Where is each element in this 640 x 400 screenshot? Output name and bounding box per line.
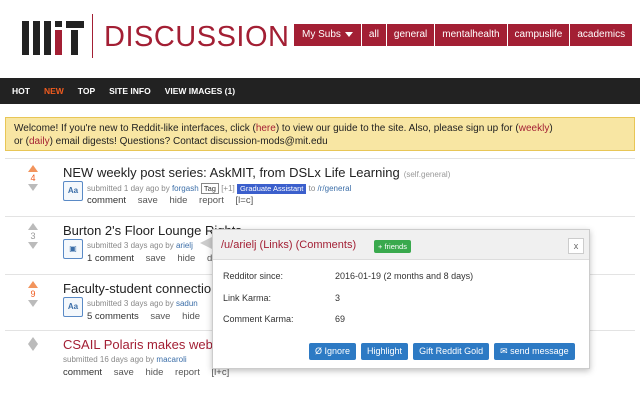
author-link[interactable]: sadun bbox=[176, 299, 198, 308]
welcome-text: ) bbox=[549, 123, 553, 134]
guide-link[interactable]: here bbox=[256, 123, 276, 134]
welcome-text: ) email digests! Questions? Contact disc… bbox=[49, 136, 328, 147]
popup-header: /u/arielj (Links) (Comments) + friends x bbox=[213, 230, 589, 260]
downvote-icon[interactable] bbox=[28, 300, 38, 307]
add-friend-button[interactable]: + friends bbox=[374, 240, 411, 253]
site-header: DISCUSSION My Subs all general mentalhea… bbox=[0, 0, 640, 78]
popup-title: /u/arielj (Links) (Comments) bbox=[221, 239, 356, 251]
upvote-icon[interactable] bbox=[28, 281, 38, 288]
popup-pointer bbox=[200, 237, 212, 249]
highlight-button[interactable]: Highlight bbox=[361, 343, 409, 360]
subnav-academics[interactable]: academics bbox=[570, 24, 633, 46]
send-message-button[interactable]: ✉ send message bbox=[494, 343, 575, 360]
author-link[interactable]: macaroli bbox=[156, 355, 186, 364]
karma-prefix: [+1] bbox=[221, 184, 235, 193]
tab-site-info[interactable]: SITE INFO bbox=[109, 86, 151, 96]
post-title[interactable]: NEW weekly post series: AskMIT, from DSL… bbox=[63, 165, 450, 180]
tab-top[interactable]: TOP bbox=[78, 86, 95, 96]
comments-link[interactable]: 5 comments bbox=[87, 311, 139, 322]
tab-hot[interactable]: HOT bbox=[12, 86, 30, 96]
post-score: 4 bbox=[30, 173, 36, 183]
subnav-general[interactable]: general bbox=[386, 24, 435, 46]
gift-gold-button[interactable]: Gift Reddit Gold bbox=[413, 343, 490, 360]
downvote-icon[interactable] bbox=[28, 184, 38, 191]
vote-box: 9 bbox=[25, 281, 41, 307]
downvote-icon[interactable] bbox=[28, 242, 38, 249]
link-karma-row: Link Karma: 3 bbox=[223, 293, 341, 303]
site-name[interactable]: DISCUSSION bbox=[104, 20, 289, 54]
save-link[interactable]: save bbox=[114, 367, 134, 378]
hide-link[interactable]: hide bbox=[145, 367, 163, 378]
welcome-text: Welcome! If you're new to Reddit-like in… bbox=[14, 123, 256, 134]
mit-logo[interactable] bbox=[22, 21, 84, 55]
post-title[interactable]: CSAIL Polaris makes web bbox=[63, 337, 213, 352]
report-link[interactable]: report bbox=[175, 367, 200, 378]
post-domain[interactable]: (self.general) bbox=[404, 170, 451, 179]
save-link[interactable]: save bbox=[150, 311, 170, 322]
welcome-banner: Welcome! If you're new to Reddit-like in… bbox=[5, 117, 635, 151]
welcome-text: or ( bbox=[14, 136, 29, 147]
subreddit-link[interactable]: /r/general bbox=[318, 184, 352, 193]
close-icon[interactable]: x bbox=[568, 238, 584, 254]
post-buttons: comment save hide report [l=c] bbox=[87, 195, 262, 206]
link-karma-value: 3 bbox=[335, 293, 341, 303]
subnav-all[interactable]: all bbox=[361, 24, 386, 46]
comment-karma-value: 69 bbox=[335, 314, 346, 324]
save-link[interactable]: save bbox=[138, 195, 158, 206]
caret-down-icon bbox=[344, 31, 353, 37]
hide-link[interactable]: hide bbox=[169, 195, 187, 206]
redditor-since-row: Redditor since: 2016-01-19 (2 months and … bbox=[223, 271, 474, 281]
comments-link[interactable]: comment bbox=[87, 195, 126, 206]
author-link[interactable]: forgash bbox=[172, 184, 199, 193]
popup-comments-link[interactable]: (Comments) bbox=[296, 239, 357, 251]
my-subs-dropdown[interactable]: My Subs bbox=[294, 24, 361, 46]
daily-link[interactable]: daily bbox=[29, 136, 50, 147]
hide-link[interactable]: hide bbox=[182, 311, 200, 322]
subnav-mentalhealth[interactable]: mentalhealth bbox=[435, 24, 507, 46]
post-tagline: submitted 16 days ago by macaroli bbox=[63, 355, 187, 364]
redditor-since-value: 2016-01-19 (2 months and 8 days) bbox=[335, 271, 474, 281]
user-info-popup: /u/arielj (Links) (Comments) + friends x… bbox=[212, 229, 590, 369]
post-title[interactable]: Faculty-student connection bbox=[63, 281, 218, 296]
hide-link[interactable]: hide bbox=[177, 253, 195, 264]
author-link[interactable]: arielj bbox=[176, 241, 193, 250]
logo-divider bbox=[92, 14, 93, 58]
tab-view-images[interactable]: VIEW IMAGES (1) bbox=[165, 86, 235, 96]
user-flair: Graduate Assistant bbox=[237, 184, 307, 194]
popup-user-link[interactable]: /u/arielj bbox=[221, 239, 256, 251]
links-comments-toggle[interactable]: [l=c] bbox=[236, 195, 254, 206]
comments-link[interactable]: comment bbox=[63, 367, 102, 378]
comment-karma-row: Comment Karma: 69 bbox=[223, 314, 346, 324]
save-link[interactable]: save bbox=[146, 253, 166, 264]
post-score: 3 bbox=[30, 231, 36, 241]
downvote-icon[interactable] bbox=[28, 344, 38, 351]
image-post-icon[interactable]: ▣ bbox=[63, 239, 83, 259]
subreddit-nav: My Subs all general mentalhealth campusl… bbox=[294, 24, 633, 46]
post-tagline: submitted 1 day ago by forgash Tag [+1] … bbox=[87, 183, 352, 194]
popup-links-link[interactable]: (Links) bbox=[260, 239, 293, 251]
post-item: 4 Aa NEW weekly post series: AskMIT, fro… bbox=[5, 158, 635, 216]
weekly-link[interactable]: weekly bbox=[519, 123, 550, 134]
welcome-text: ) to view our guide to the site. Also, p… bbox=[275, 123, 519, 134]
self-post-icon[interactable]: Aa bbox=[63, 297, 83, 317]
upvote-icon[interactable] bbox=[28, 337, 38, 344]
vote-box: 3 bbox=[25, 223, 41, 249]
tab-new[interactable]: NEW bbox=[44, 86, 64, 96]
post-tagline: submitted 3 days ago by sadun bbox=[87, 299, 198, 308]
vote-box: 4 bbox=[25, 165, 41, 191]
comments-link[interactable]: 1 comment bbox=[87, 253, 134, 264]
self-post-icon[interactable]: Aa bbox=[63, 181, 83, 201]
subnav-campuslife[interactable]: campuslife bbox=[507, 24, 570, 46]
post-tagline: submitted 3 days ago by arielj bbox=[87, 241, 193, 250]
ignore-button[interactable]: Ø Ignore bbox=[309, 343, 357, 360]
vote-box bbox=[25, 337, 41, 351]
upvote-icon[interactable] bbox=[28, 223, 38, 230]
report-link[interactable]: report bbox=[199, 195, 224, 206]
sort-nav: HOT NEW TOP SITE INFO VIEW IMAGES (1) bbox=[0, 78, 640, 104]
tag-button[interactable]: Tag bbox=[200, 183, 219, 194]
post-score: 9 bbox=[30, 289, 36, 299]
upvote-icon[interactable] bbox=[28, 165, 38, 172]
popup-actions: Ø Ignore Highlight Gift Reddit Gold ✉ se… bbox=[309, 343, 580, 360]
